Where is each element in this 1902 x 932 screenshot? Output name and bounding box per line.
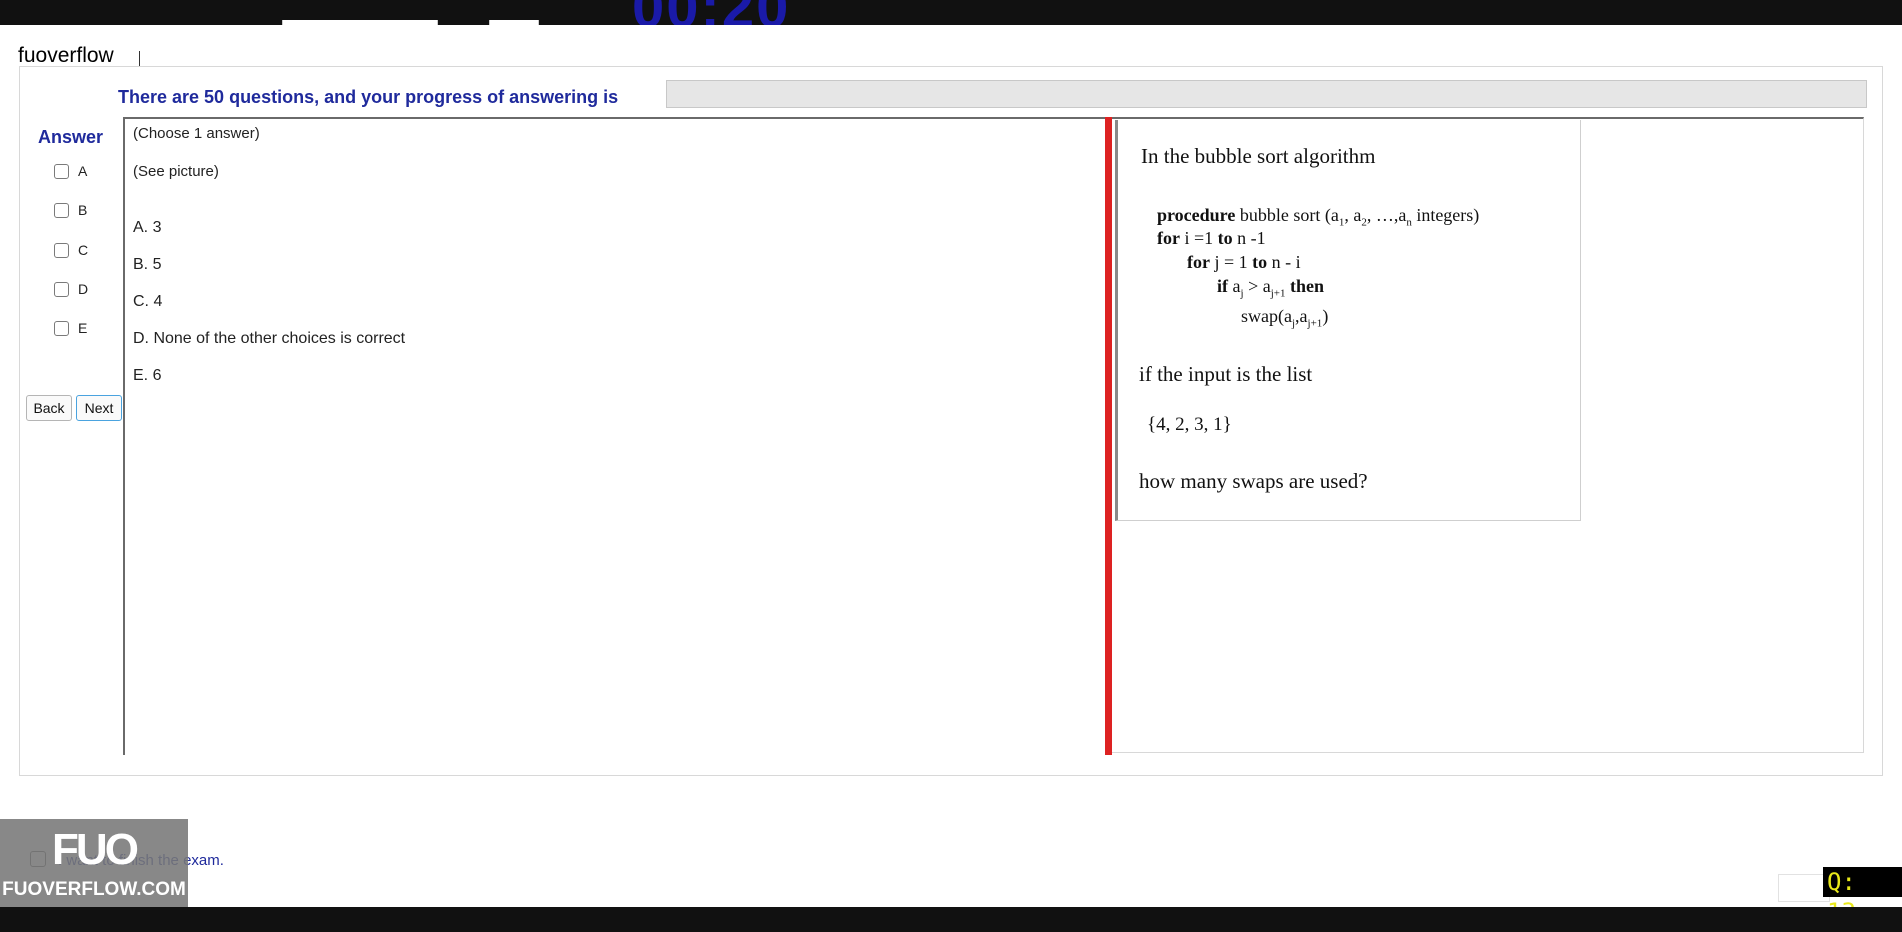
option-label-a: A	[78, 163, 88, 179]
question-picture: In the bubble sort algorithm procedure b…	[1115, 120, 1581, 521]
code-line-procedure: procedure bubble sort (a1, a2, …,an inte…	[1157, 205, 1480, 229]
answer-title: Answer	[38, 127, 104, 147]
option-label-d: D	[78, 281, 89, 297]
watermark-logo-text: FUO	[52, 825, 139, 874]
checkbox-d[interactable]	[54, 281, 69, 297]
choice-b: B. 5	[133, 256, 162, 273]
code-line-if: if aj > aj+1 then	[1217, 276, 1324, 300]
code-line-for-i: for i =1 to n -1	[1157, 228, 1266, 248]
back-button[interactable]: Back	[26, 395, 72, 421]
question-prompt: (See picture)	[133, 163, 219, 180]
checkbox-e[interactable]	[54, 320, 69, 336]
picture-question: how many swaps are used?	[1139, 469, 1368, 493]
choice-e: E. 6	[133, 367, 162, 384]
picture-input-text: if the input is the list	[1139, 362, 1313, 386]
answer-option-d[interactable]: D	[54, 280, 88, 298]
panel-divider[interactable]	[1105, 117, 1112, 755]
question-counter: Q: 13	[1823, 867, 1902, 926]
code-line-for-j: for j = 1 to n - i	[1187, 252, 1301, 272]
watermark-logo: FUO FUOVERFLOW.COM	[0, 819, 188, 907]
answer-option-b[interactable]: B	[54, 201, 87, 219]
checkbox-a[interactable]	[54, 163, 69, 179]
picture-intro: In the bubble sort algorithm	[1141, 144, 1376, 168]
app-name: fuoverflow	[18, 44, 114, 67]
checkbox-b[interactable]	[54, 202, 69, 218]
choice-d: D. None of the other choices is correct	[133, 330, 406, 347]
answer-option-c[interactable]: C	[54, 241, 88, 259]
checkbox-c[interactable]	[54, 242, 69, 258]
bottom-bar	[0, 907, 1902, 932]
watermark-site: FUOVERFLOW.COM	[2, 879, 186, 900]
top-bar: 00:20	[0, 0, 1902, 25]
option-label-e: E	[78, 320, 88, 336]
picture-list: {4, 2, 3, 1}	[1147, 414, 1232, 435]
answer-option-e[interactable]: E	[54, 319, 87, 337]
option-label-b: B	[78, 202, 88, 218]
next-button[interactable]: Next	[76, 395, 122, 421]
progress-label: There are 50 questions, and your progres…	[118, 87, 619, 107]
countdown-timer: 00:20	[632, 0, 790, 25]
choice-c: C. 4	[133, 293, 163, 310]
choice-a: A. 3	[133, 219, 162, 236]
answer-option-a[interactable]: A	[54, 162, 87, 180]
top-dropdown[interactable]	[282, 20, 438, 25]
top-small-control[interactable]	[489, 20, 539, 25]
code-line-swap: swap(aj,aj+1)	[1241, 306, 1329, 330]
option-label-c: C	[78, 242, 89, 258]
question-panel	[123, 117, 1107, 755]
progress-bar	[666, 80, 1867, 108]
question-instruction: (Choose 1 answer)	[133, 125, 260, 142]
